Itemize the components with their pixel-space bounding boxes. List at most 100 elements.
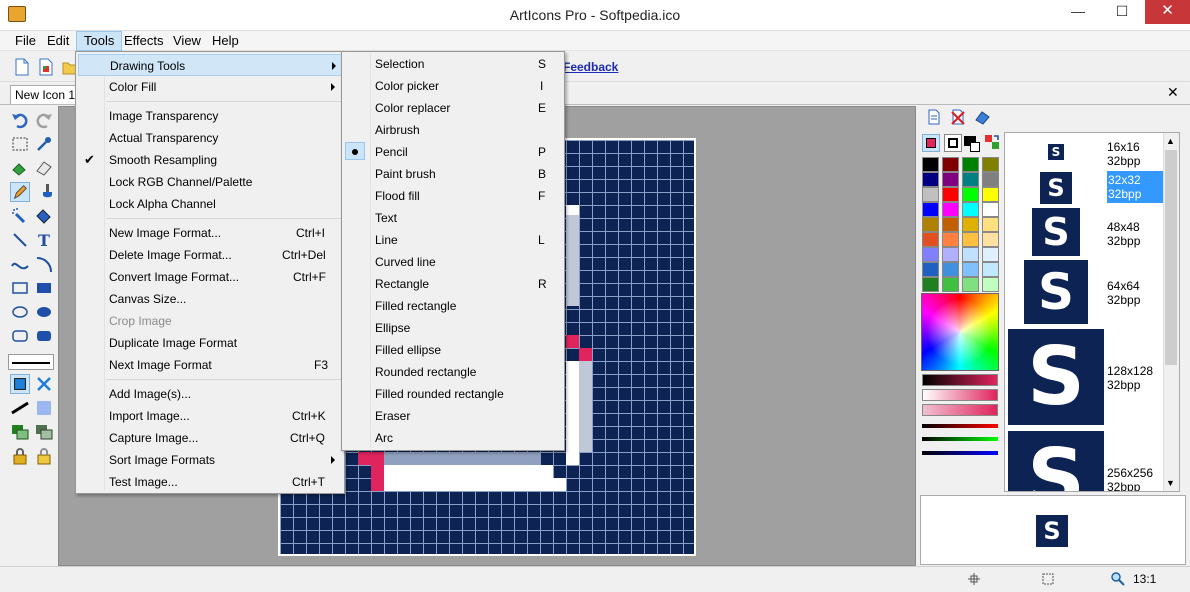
maximize-icon[interactable]: ☐: [1100, 0, 1144, 24]
palette-swatch[interactable]: [942, 157, 959, 172]
palette-swatch[interactable]: [922, 187, 939, 202]
layers-alt-icon[interactable]: [34, 422, 54, 442]
text-tool-icon[interactable]: T: [34, 230, 54, 250]
palette-swatch[interactable]: [922, 172, 939, 187]
color-picker-icon[interactable]: [34, 134, 54, 154]
menu-item-lock-rgb[interactable]: Lock RGB Channel/Palette: [78, 171, 342, 193]
menu-item-convert-image-format[interactable]: Convert Image Format... Ctrl+F: [78, 266, 342, 288]
format-thumb-256[interactable]: S: [1008, 431, 1104, 491]
submenu-item-paint-brush[interactable]: Paint brush B: [344, 163, 562, 185]
eraser-tool-icon[interactable]: [34, 158, 54, 178]
ellipse-icon[interactable]: [10, 302, 30, 322]
palette-swatch[interactable]: [922, 247, 939, 262]
submenu-item-filled-rounded-rectangle[interactable]: Filled rounded rectangle: [344, 383, 562, 405]
palette-swatch[interactable]: [942, 262, 959, 277]
blur-icon[interactable]: [34, 398, 54, 418]
menu-item-duplicate-image-format[interactable]: Duplicate Image Format: [78, 332, 342, 354]
format-thumb-64[interactable]: S: [1024, 260, 1088, 324]
submenu-item-text[interactable]: Text: [344, 207, 562, 229]
palette-swatch[interactable]: [942, 172, 959, 187]
menu-item-canvas-size[interactable]: Canvas Size...: [78, 288, 342, 310]
menu-view[interactable]: View: [166, 31, 208, 51]
feedback-link[interactable]: Feedback: [563, 60, 618, 74]
submenu-item-filled-ellipse[interactable]: Filled ellipse: [344, 339, 562, 361]
background-mode-button[interactable]: [944, 134, 962, 152]
line-width-selector[interactable]: [8, 354, 54, 370]
palette-swatch[interactable]: [942, 202, 959, 217]
close-icon[interactable]: ✕: [1145, 0, 1190, 24]
menu-item-delete-image-format[interactable]: Delete Image Format... Ctrl+Del: [78, 244, 342, 266]
selection-icon[interactable]: [10, 134, 30, 154]
filled-rectangle-icon[interactable]: [34, 278, 54, 298]
curved-line-icon[interactable]: [10, 254, 30, 274]
menu-item-test-image[interactable]: Test Image... Ctrl+T: [78, 471, 342, 493]
palette-swatch[interactable]: [962, 187, 979, 202]
rounded-rectangle-icon[interactable]: [10, 326, 30, 346]
minimize-icon[interactable]: —: [1056, 0, 1100, 24]
submenu-item-ellipse[interactable]: Ellipse: [344, 317, 562, 339]
scrollbar-thumb[interactable]: [1165, 150, 1177, 365]
redo-icon[interactable]: [34, 110, 54, 130]
format-label-16[interactable]: 16x16 32bpp: [1107, 140, 1140, 168]
submenu-item-color-picker[interactable]: Color picker I: [344, 75, 562, 97]
submenu-item-filled-rectangle[interactable]: Filled rectangle: [344, 295, 562, 317]
menu-item-new-image-format[interactable]: New Image Format... Ctrl+I: [78, 222, 342, 244]
new-image-icon[interactable]: [38, 58, 54, 76]
palette-swatch[interactable]: [942, 277, 959, 292]
filled-rounded-rectangle-icon[interactable]: [34, 326, 54, 346]
menu-effects[interactable]: Effects: [117, 31, 171, 51]
palette-swatch[interactable]: [922, 232, 939, 247]
palette-swatch[interactable]: [922, 157, 939, 172]
format-thumb-48[interactable]: S: [1032, 208, 1080, 256]
red-channel-slider[interactable]: [922, 424, 998, 428]
filled-ellipse-icon[interactable]: [34, 302, 54, 322]
green-channel-slider[interactable]: [922, 437, 998, 441]
scroll-down-icon[interactable]: ▼: [1166, 478, 1175, 488]
submenu-item-rectangle[interactable]: Rectangle R: [344, 273, 562, 295]
palette-swatch[interactable]: [922, 262, 939, 277]
eraser-icon[interactable]: [974, 109, 990, 125]
palette-swatch[interactable]: [922, 217, 939, 232]
lightness-slider[interactable]: [922, 374, 998, 386]
color-replacer-icon[interactable]: [10, 158, 30, 178]
flood-fill-icon[interactable]: [34, 206, 54, 226]
submenu-item-arc[interactable]: Arc: [344, 427, 562, 449]
submenu-item-eraser[interactable]: Eraser: [344, 405, 562, 427]
palette-swatch[interactable]: [922, 202, 939, 217]
format-thumb-32[interactable]: S: [1040, 172, 1072, 204]
swap-colors-icon[interactable]: [984, 134, 1000, 150]
palette-swatch[interactable]: [982, 217, 999, 232]
format-label-32[interactable]: 32x32 32bpp: [1107, 171, 1163, 203]
line-tool-icon[interactable]: [10, 230, 30, 250]
palette-swatch[interactable]: [962, 277, 979, 292]
palette-swatch[interactable]: [982, 247, 999, 262]
blue-channel-slider[interactable]: [922, 451, 998, 455]
format-thumb-128[interactable]: S: [1008, 329, 1104, 425]
palette-swatch[interactable]: [922, 277, 939, 292]
airbrush-icon[interactable]: [10, 206, 30, 226]
palette-swatch[interactable]: [962, 202, 979, 217]
submenu-item-selection[interactable]: Selection S: [344, 53, 562, 75]
menu-item-sort-image-formats[interactable]: Sort Image Formats: [78, 449, 342, 471]
lock-rgb-icon[interactable]: [10, 446, 30, 466]
palette-swatch[interactable]: [982, 187, 999, 202]
palette-swatch[interactable]: [982, 262, 999, 277]
undo-icon[interactable]: [10, 110, 30, 130]
image-format-list[interactable]: S 16x16 32bpp S 32x32 32bpp S 48x48 32bpp S…: [1004, 132, 1180, 492]
new-file-icon[interactable]: [14, 58, 30, 76]
palette-swatch[interactable]: [982, 277, 999, 292]
alpha-slider[interactable]: [922, 404, 998, 416]
menu-item-image-transparency[interactable]: Image Transparency: [78, 105, 342, 127]
zoom-icon[interactable]: [1110, 571, 1126, 587]
submenu-item-color-replacer[interactable]: Color replacer E: [344, 97, 562, 119]
delete-format-icon[interactable]: [950, 109, 966, 125]
submenu-item-curved-line[interactable]: Curved line: [344, 251, 562, 273]
lock-alpha-icon[interactable]: [34, 446, 54, 466]
palette-swatch[interactable]: [942, 247, 959, 262]
paint-brush-icon[interactable]: [34, 182, 54, 202]
submenu-item-line[interactable]: Line L: [344, 229, 562, 251]
menu-item-smooth-resampling[interactable]: ✔ Smooth Resampling: [78, 149, 342, 171]
menu-help[interactable]: Help: [205, 31, 246, 51]
crosshair-icon[interactable]: [34, 374, 54, 394]
palette-swatch[interactable]: [962, 157, 979, 172]
